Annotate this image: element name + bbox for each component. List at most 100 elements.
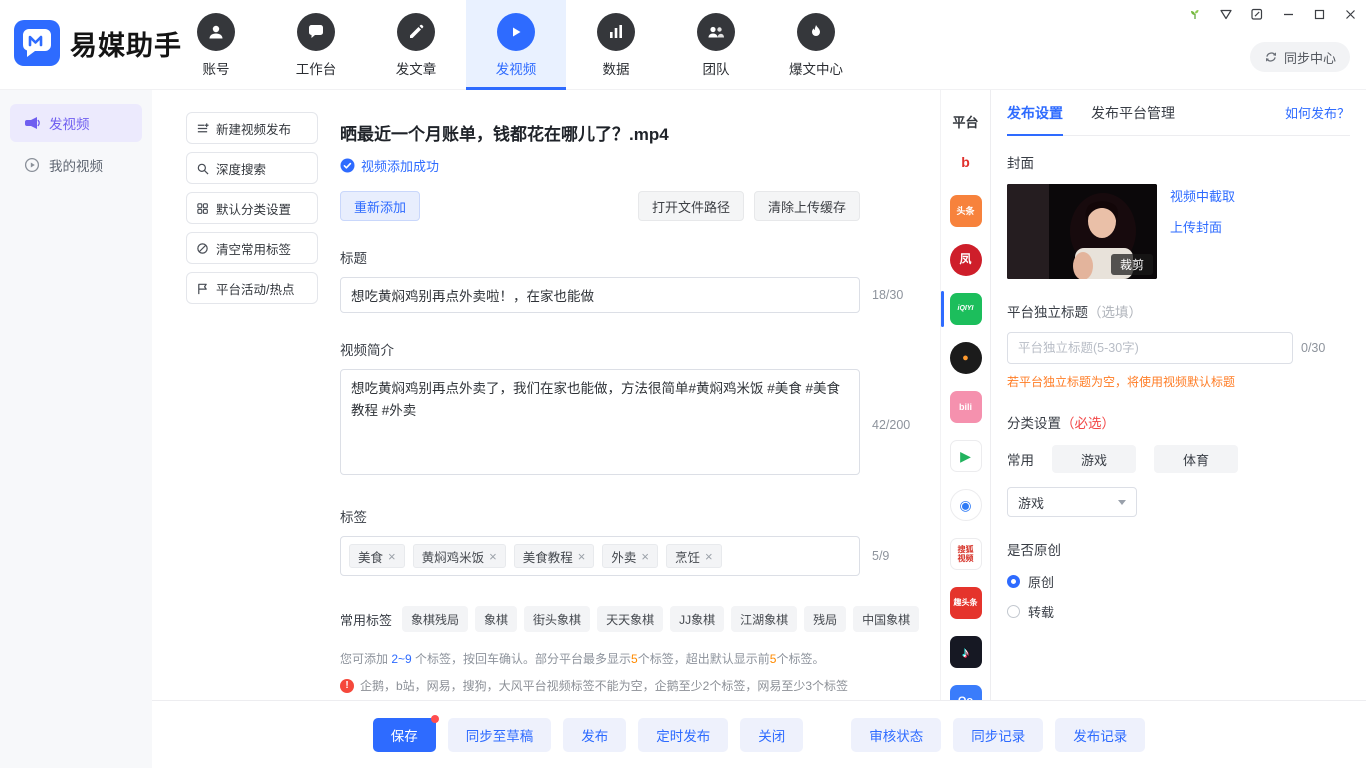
tab-platform-management[interactable]: 发布平台管理 <box>1091 90 1175 135</box>
cover-label: 封面 <box>1007 152 1350 172</box>
tab-publish-settings[interactable]: 发布设置 <box>1007 90 1063 135</box>
default-category-settings-button[interactable]: 默认分类设置 <box>186 192 318 224</box>
clear-upload-cache-button[interactable]: 清除上传缓存 <box>754 191 860 221</box>
common-tag[interactable]: 江湖象棋 <box>731 606 797 632</box>
toutiao-icon[interactable]: 头条 <box>950 195 982 227</box>
sync-center-label: 同步中心 <box>1284 48 1336 67</box>
douyin-icon[interactable]: ♪ <box>950 636 982 668</box>
category-option-sports[interactable]: 体育 <box>1154 445 1238 473</box>
sidebar-item-publish-video[interactable]: 发视频 <box>10 104 142 142</box>
nav-item-publish-article[interactable]: 发文章 <box>366 0 466 90</box>
platform-icon-1[interactable]: b <box>950 146 982 178</box>
workbench-icon <box>297 13 335 51</box>
how-to-publish-link[interactable]: 如何发布？ <box>1285 103 1350 122</box>
platform-strip: 平台 b 头条 凤 iQIYI ● bili ▶ ◉ 搜狐 视频 趣头条 ♪ O… <box>940 90 990 700</box>
remove-tag-icon[interactable]: × <box>388 550 396 563</box>
nav-label: 数据 <box>603 58 630 78</box>
remove-tag-icon[interactable]: × <box>578 550 586 563</box>
nav-item-hot-center[interactable]: 爆文中心 <box>766 0 866 90</box>
publish-video-icon <box>497 13 535 51</box>
capture-from-video-link[interactable]: 视频中截取 <box>1170 186 1235 205</box>
radio-repost[interactable]: 转载 <box>1007 602 1350 621</box>
quick-action-label: 平台活动/热点 <box>216 279 294 298</box>
readd-button[interactable]: 重新添加 <box>340 191 420 221</box>
ifeng-icon[interactable]: 凤 <box>950 244 982 276</box>
plant-icon <box>1187 6 1203 22</box>
open-file-path-button[interactable]: 打开文件路径 <box>638 191 744 221</box>
common-tag[interactable]: 街头象棋 <box>524 606 590 632</box>
independent-title-input[interactable] <box>1007 332 1293 364</box>
exclamation-icon: ! <box>340 679 354 693</box>
publish-settings-panel: 发布设置 发布平台管理 如何发布？ 封面 裁剪 视频中截取 上传封面 平台独立标… <box>990 90 1366 700</box>
tags-hint: 您可添加 2~9 个标签，按回车确认。部分平台最多显示5个标签，超出默认显示前5… <box>340 650 920 667</box>
sync-to-draft-button[interactable]: 同步至草稿 <box>448 718 552 752</box>
common-tag[interactable]: 中国象棋 <box>853 606 919 632</box>
scheduled-publish-button[interactable]: 定时发布 <box>638 718 728 752</box>
common-tag[interactable]: 象棋残局 <box>402 606 468 632</box>
sidebar-item-my-videos[interactable]: 我的视频 <box>10 146 142 184</box>
category-select[interactable]: 游戏 <box>1007 487 1137 517</box>
nav-item-workbench[interactable]: 工作台 <box>266 0 366 90</box>
weishi-icon[interactable]: Oo <box>950 685 982 700</box>
original-label: 是否原创 <box>1007 539 1350 559</box>
upload-status-text: 视频添加成功 <box>361 156 439 175</box>
tags-input-box[interactable]: 美食× 黄焖鸡米饭× 美食教程× 外卖× 烹饪× <box>340 536 860 576</box>
iqiyi-icon[interactable]: iQIYI <box>950 293 982 325</box>
common-tag[interactable]: 天天象棋 <box>597 606 663 632</box>
category-common-label: 常用 <box>1007 449 1034 469</box>
youku-icon[interactable]: ◉ <box>950 489 982 521</box>
tag-label: 美食 <box>358 547 383 566</box>
bilibili-icon[interactable]: bili <box>950 391 982 423</box>
category-option-game[interactable]: 游戏 <box>1052 445 1136 473</box>
close-icon[interactable] <box>1342 6 1358 22</box>
screenshot-icon[interactable] <box>1249 6 1265 22</box>
publish-record-button[interactable]: 发布记录 <box>1055 718 1145 752</box>
logo-icon <box>14 20 60 66</box>
maximize-icon[interactable] <box>1311 6 1327 22</box>
upload-cover-link[interactable]: 上传封面 <box>1170 217 1235 236</box>
publish-button[interactable]: 发布 <box>563 718 626 752</box>
review-status-button[interactable]: 审核状态 <box>851 718 941 752</box>
check-circle-icon <box>340 158 355 173</box>
cover-row: 裁剪 视频中截取 上传封面 <box>1007 184 1350 279</box>
save-button[interactable]: 保存 <box>373 718 436 752</box>
panel-tabs: 发布设置 发布平台管理 如何发布？ <box>1007 90 1350 136</box>
hot-center-icon <box>797 13 835 51</box>
minimize-icon[interactable] <box>1280 6 1296 22</box>
remove-tag-icon[interactable]: × <box>641 550 649 563</box>
sohu-video-icon[interactable]: 搜狐 视频 <box>950 538 982 570</box>
qutoutiao-icon[interactable]: 趣头条 <box>950 587 982 619</box>
crop-button[interactable]: 裁剪 <box>1111 254 1153 275</box>
radio-label: 原创 <box>1028 572 1054 591</box>
independent-title-text: 平台独立标题 <box>1007 305 1088 320</box>
close-button[interactable]: 关闭 <box>740 718 803 752</box>
platform-icon-5[interactable]: ● <box>950 342 982 374</box>
tag-chip: 黄焖鸡米饭× <box>413 544 506 568</box>
sidebar-item-label: 发视频 <box>49 113 90 133</box>
left-sidebar: 发视频 我的视频 <box>0 90 152 768</box>
remove-tag-icon[interactable]: × <box>705 550 713 563</box>
common-tag[interactable]: JJ象棋 <box>670 606 724 632</box>
tencent-video-icon[interactable]: ▶ <box>950 440 982 472</box>
nav-item-account[interactable]: 账号 <box>166 0 266 90</box>
quick-action-label: 清空常用标签 <box>216 239 291 258</box>
deep-search-button[interactable]: 深度搜索 <box>186 152 318 184</box>
tag-chip: 外卖× <box>602 544 658 568</box>
remove-tag-icon[interactable]: × <box>489 550 497 563</box>
nav-item-team[interactable]: 团队 <box>666 0 766 90</box>
new-video-publish-button[interactable]: 新建视频发布 <box>186 112 318 144</box>
radio-original[interactable]: 原创 <box>1007 572 1350 591</box>
sync-record-button[interactable]: 同步记录 <box>953 718 1043 752</box>
common-tag[interactable]: 残局 <box>804 606 846 632</box>
clear-common-tags-button[interactable]: 清空常用标签 <box>186 232 318 264</box>
platform-activity-button[interactable]: 平台活动/热点 <box>186 272 318 304</box>
nav-item-publish-video[interactable]: 发视频 <box>466 0 566 90</box>
title-input[interactable] <box>340 277 860 313</box>
search-icon <box>196 162 209 175</box>
sync-center-button[interactable]: 同步中心 <box>1250 42 1350 72</box>
nav-item-data[interactable]: 数据 <box>566 0 666 90</box>
quick-action-label: 默认分类设置 <box>216 199 291 218</box>
common-tag[interactable]: 象棋 <box>475 606 517 632</box>
description-textarea[interactable]: 想吃黄焖鸡别再点外卖了，我们在家也能做，方法很简单#黄焖鸡米饭 #美食 #美食教… <box>340 369 860 475</box>
filter-triangle-icon[interactable] <box>1218 6 1234 22</box>
